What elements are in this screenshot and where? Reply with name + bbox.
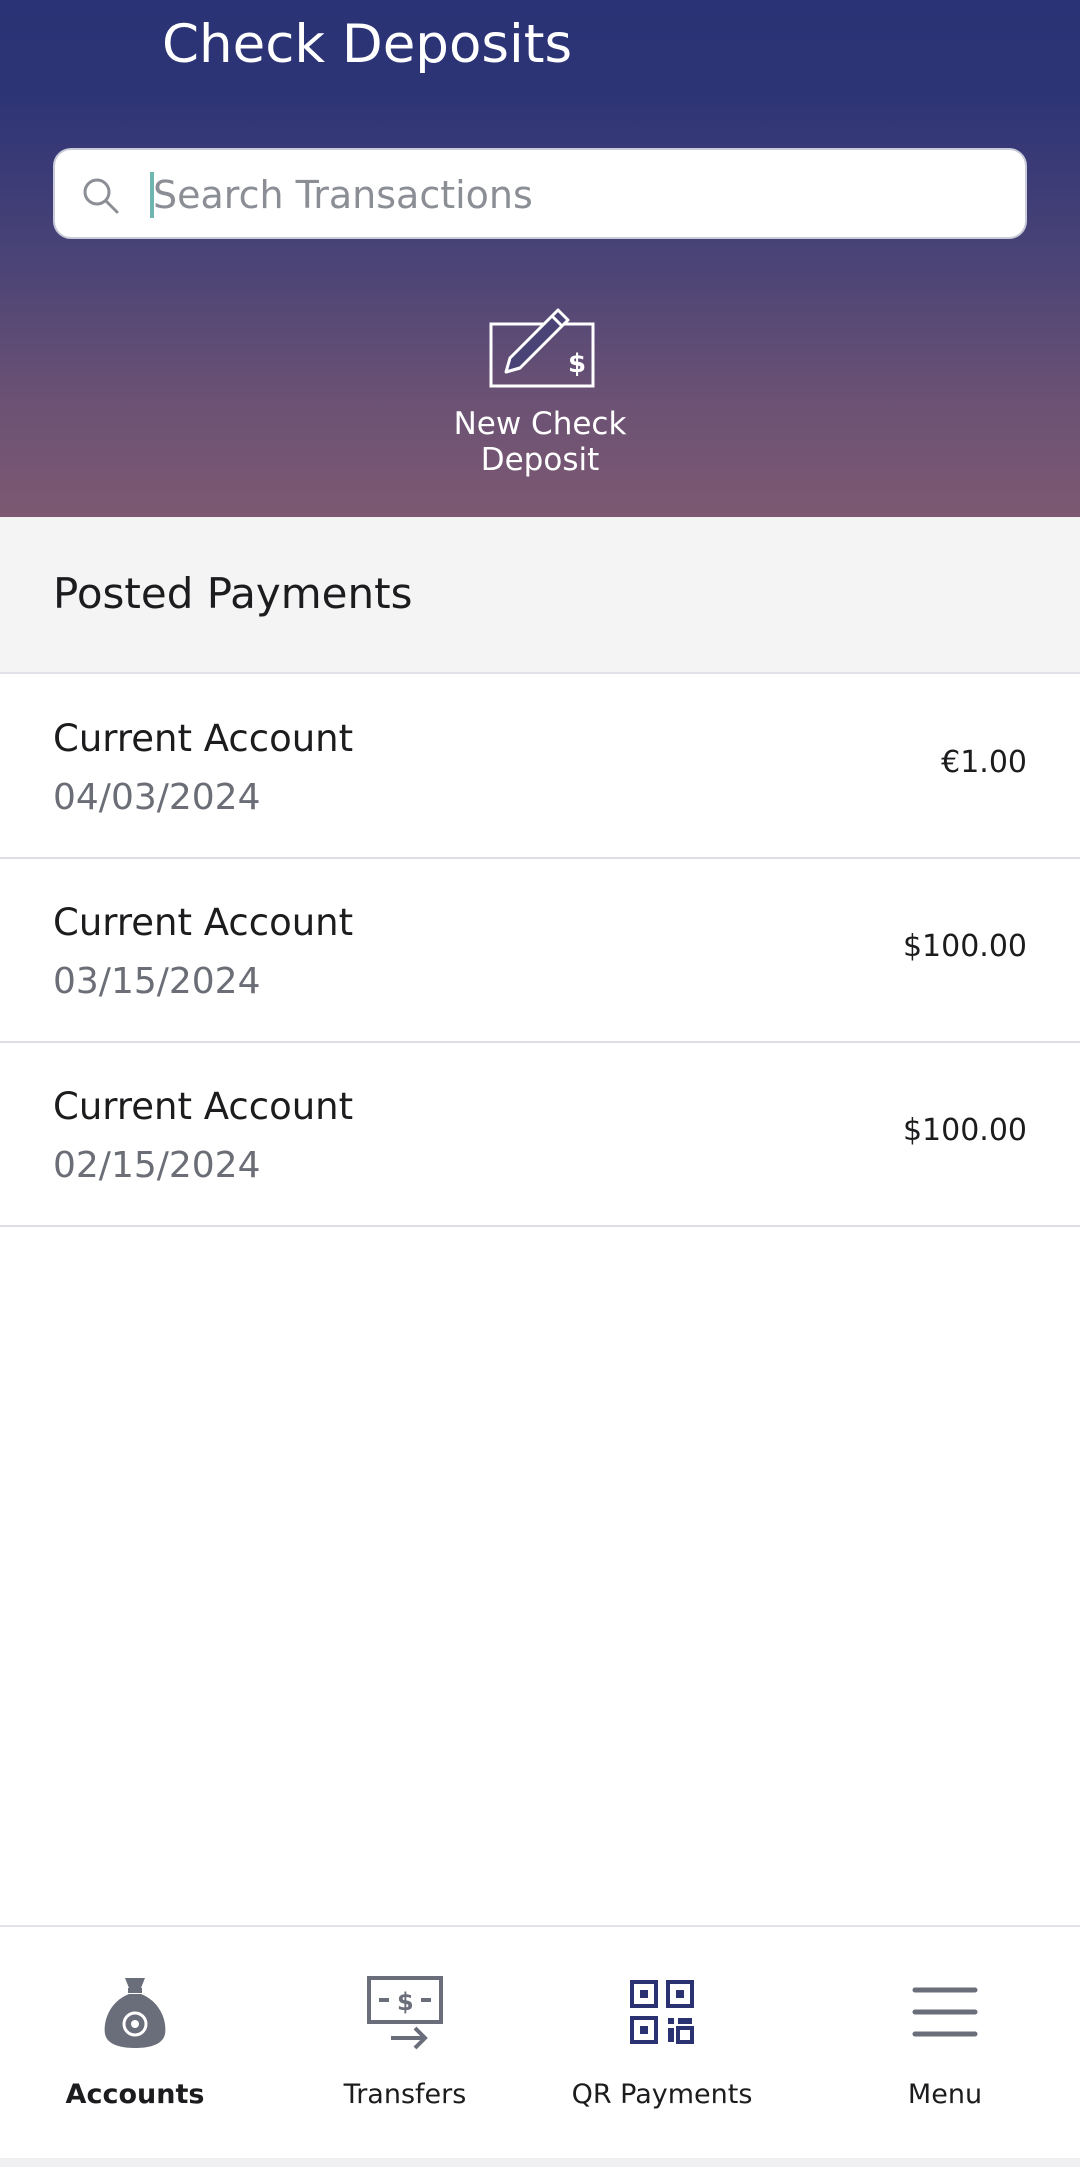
money-bag-icon [104,1978,166,2048]
section-title: Posted Payments [53,569,413,618]
bottom-system-strip [0,2158,1080,2167]
payment-row[interactable]: Current Account 04/03/2024 €1.00 [0,675,1080,859]
page-title: Check Deposits [162,14,573,75]
payment-date: 02/15/2024 [53,1145,261,1186]
search-icon [83,178,119,214]
new-check-deposit-label: New Check Deposit [453,406,627,478]
payment-account: Current Account [53,717,354,760]
search-box[interactable] [53,148,1027,239]
posted-payments-section-header: Posted Payments [0,517,1080,674]
payment-amount: $100.00 [902,929,1027,964]
nav-item-menu[interactable]: Menu [810,1927,1080,2167]
svg-text:$: $ [397,1988,414,2016]
payment-row[interactable]: Current Account 02/15/2024 $100.00 [0,1043,1080,1227]
qr-code-icon [630,1980,694,2044]
hamburger-menu-icon [912,1987,978,2037]
new-check-deposit-button[interactable]: $ New Check Deposit [390,300,690,478]
nav-item-transfers[interactable]: $ Transfers [270,1927,540,2167]
bottom-navigation: Accounts $ Transfers QR Payments Menu [0,1925,1080,2167]
payment-date: 04/03/2024 [53,777,261,818]
nav-label-accounts: Accounts [65,2079,205,2110]
nav-label-qr-payments: QR Payments [571,2079,753,2110]
nav-item-accounts[interactable]: Accounts [0,1927,270,2167]
header: Check Deposits $ New Check Deposit [0,0,1080,517]
search-input[interactable] [151,162,1011,228]
nav-label-menu: Menu [907,2079,983,2110]
payment-account: Current Account [53,901,354,944]
transfer-icon: $ [367,1976,443,2050]
payment-row[interactable]: Current Account 03/15/2024 $100.00 [0,859,1080,1043]
payment-amount: €1.00 [941,745,1027,780]
svg-text:$: $ [568,349,586,379]
payment-amount: $100.00 [902,1113,1027,1148]
payment-date: 03/15/2024 [53,961,261,1002]
payment-account: Current Account [53,1085,354,1128]
check-deposits-screen: Check Deposits $ New Check Deposit Poste… [0,0,1080,2167]
nav-item-qr-payments[interactable]: QR Payments [527,1927,797,2167]
nav-label-transfers: Transfers [343,2079,467,2110]
check-deposit-icon: $ [489,308,595,388]
